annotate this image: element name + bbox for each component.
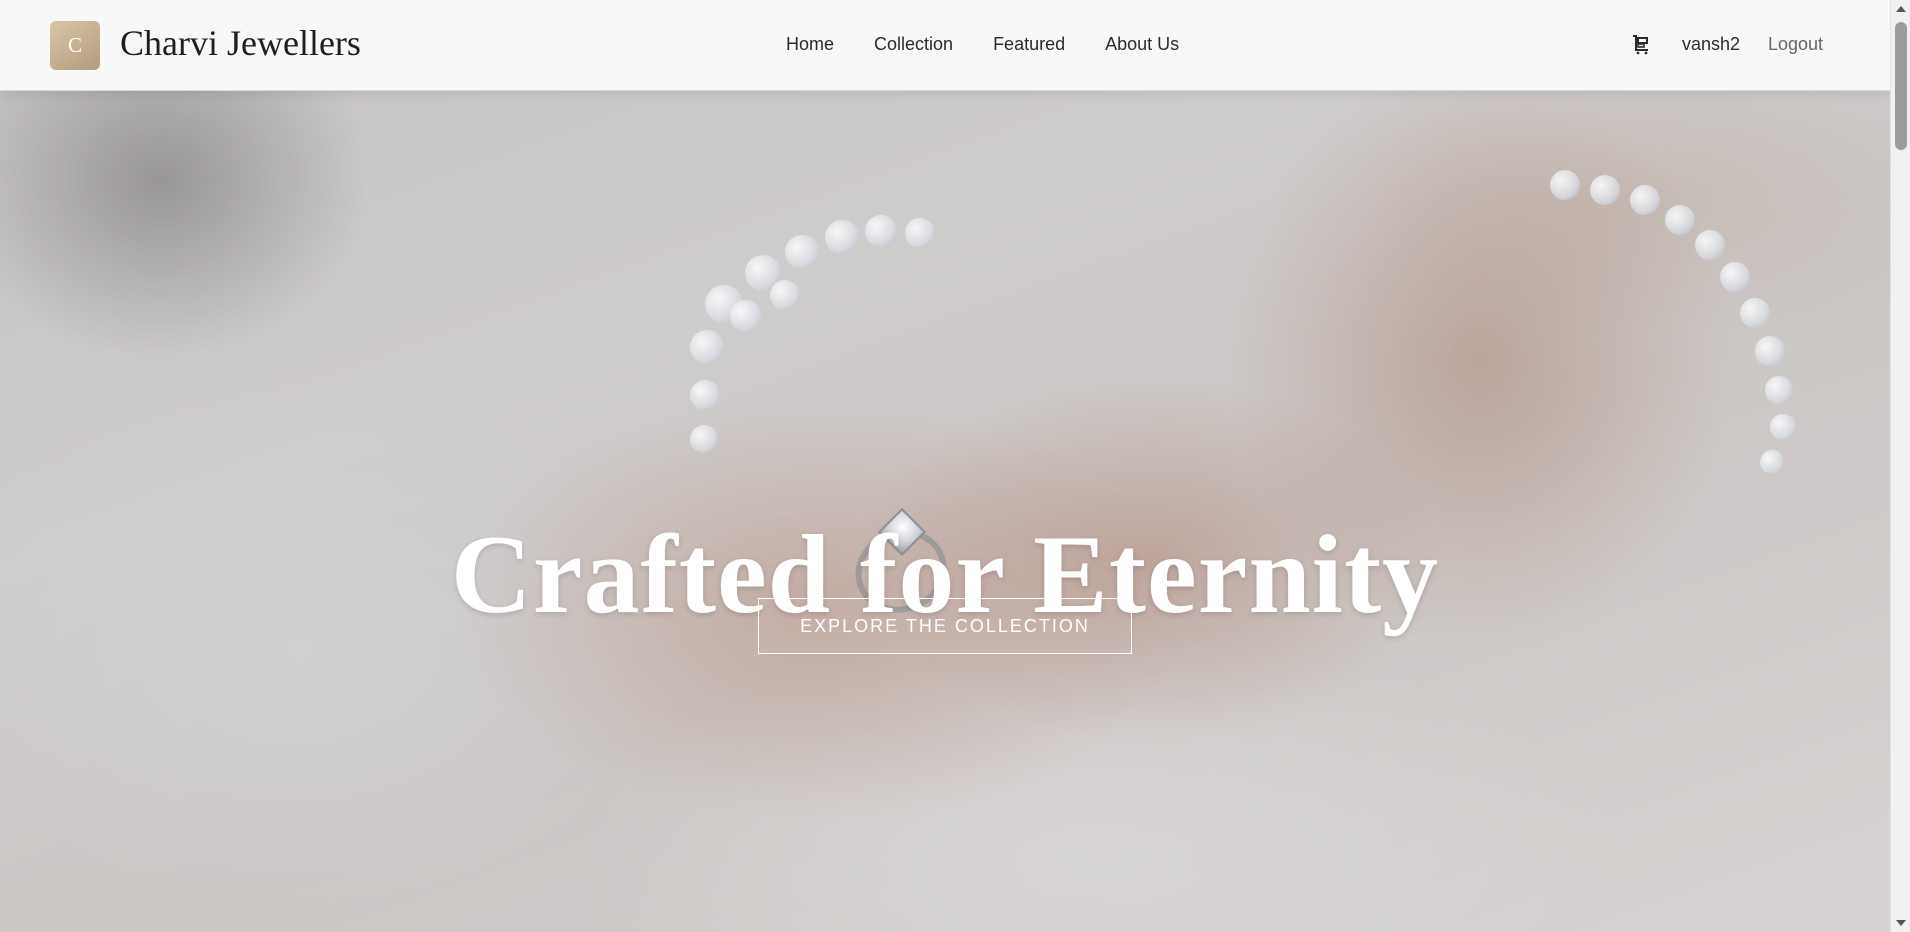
nav-home-link[interactable]: Home <box>786 34 834 55</box>
username-label[interactable]: vansh2 <box>1682 34 1740 55</box>
bracelet-bead <box>1665 205 1695 235</box>
bracelet-bead <box>865 215 897 247</box>
nav-collection-link[interactable]: Collection <box>874 34 953 55</box>
hero-background-image <box>0 0 1890 932</box>
bracelet-bead <box>1770 414 1796 440</box>
bracelet-bead <box>905 218 935 248</box>
logout-link[interactable]: Logout <box>1768 34 1823 55</box>
bracelet-bead <box>1765 376 1793 404</box>
main-nav: Home Collection Featured About Us <box>786 34 1179 55</box>
hero-overlay <box>0 0 1890 932</box>
bracelet-bead <box>690 425 718 453</box>
page: C Charvi Jewellers Home Collection Featu… <box>0 0 1910 932</box>
bracelet-bead <box>1550 170 1580 200</box>
bracelet-bead <box>690 380 720 410</box>
bracelet-bead <box>690 330 724 364</box>
scrollbar-thumb[interactable] <box>1895 22 1907 150</box>
page-scrollbar[interactable] <box>1890 0 1910 932</box>
bracelet-bead <box>1740 298 1770 328</box>
logo-badge[interactable]: C <box>50 21 100 70</box>
bracelet-bead <box>1590 175 1620 205</box>
explore-collection-button[interactable]: EXPLORE THE COLLECTION <box>758 598 1132 654</box>
navbar: C Charvi Jewellers Home Collection Featu… <box>0 0 1890 91</box>
bracelet-bead <box>1695 230 1725 260</box>
bracelet-bead <box>1630 185 1660 215</box>
bracelet-bead <box>1720 262 1750 292</box>
bracelet-bead <box>730 300 762 332</box>
bracelet-bead <box>825 220 859 254</box>
bracelet-bead <box>1755 336 1785 366</box>
brand-name[interactable]: Charvi Jewellers <box>120 22 361 64</box>
scroll-up-arrow-icon[interactable] <box>1896 6 1906 12</box>
bracelet-bead <box>785 235 819 269</box>
bracelet-bead <box>1760 450 1784 474</box>
nav-featured-link[interactable]: Featured <box>993 34 1065 55</box>
shopping-cart-icon[interactable] <box>1630 33 1652 55</box>
nav-about-us-link[interactable]: About Us <box>1105 34 1179 55</box>
scroll-down-arrow-icon[interactable] <box>1896 920 1906 926</box>
bracelet-bead <box>770 280 800 310</box>
